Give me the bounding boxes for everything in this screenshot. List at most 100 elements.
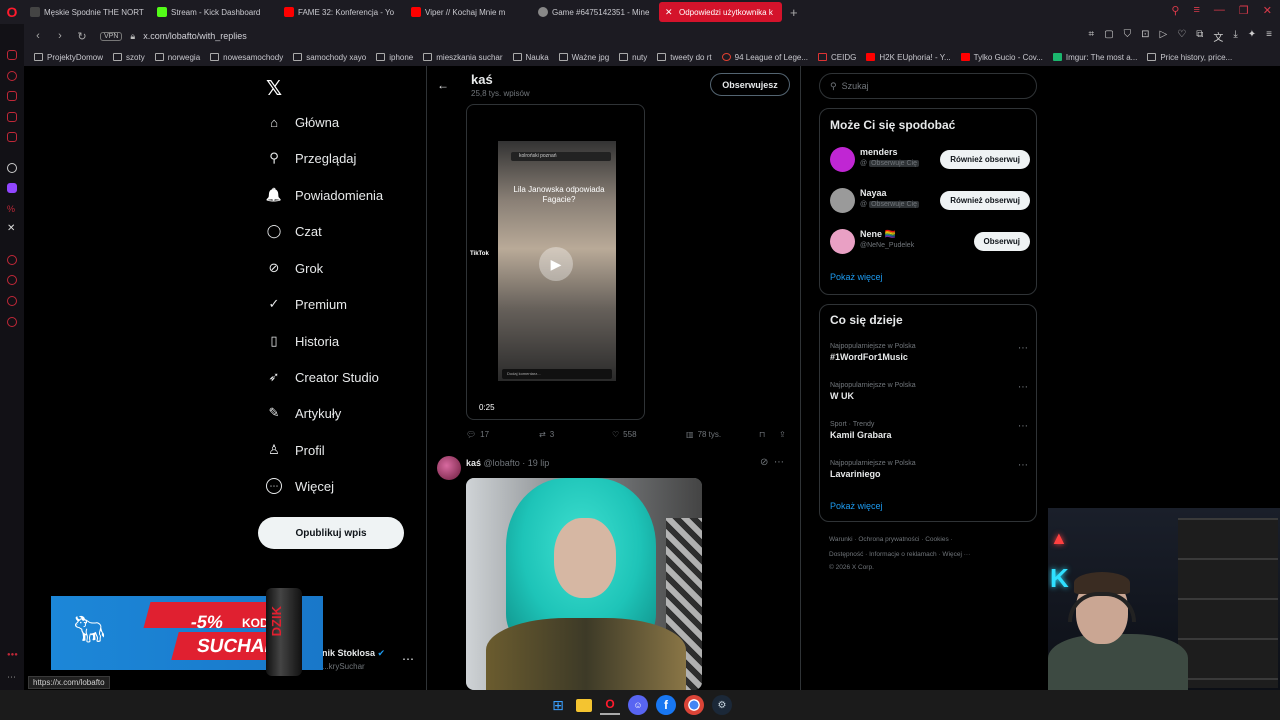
nav-item-grok[interactable]: ⊘ Grok — [266, 260, 324, 276]
opera-logo-icon[interactable]: O — [0, 0, 24, 24]
sidebar-folder-icon[interactable] — [7, 132, 17, 142]
screenshot-icon[interactable]: ▢ — [1104, 29, 1113, 44]
browser-tab[interactable]: Męskie Spodnie THE NORT — [24, 2, 147, 22]
sidebar-history-icon[interactable] — [7, 275, 17, 285]
show-more-link[interactable]: Pokaż więcej — [830, 501, 883, 511]
follow-back-button[interactable]: Również obserwuj — [940, 150, 1030, 169]
bookmark-item[interactable]: Tylko Gucio - Cov... — [960, 53, 1043, 62]
adblock-icon[interactable]: ⛉ — [1124, 29, 1132, 44]
browser-tab[interactable]: Game #6475142351 - Mine — [532, 2, 655, 22]
bookmark-item[interactable]: Ważne jpg — [558, 53, 609, 62]
reply-button[interactable]: 💬︎ 17 — [466, 430, 489, 439]
bookmark-item[interactable]: ProjektyDomow — [34, 53, 103, 62]
avatar[interactable] — [830, 188, 855, 213]
bookmark-item[interactable]: szoty — [113, 53, 145, 62]
tweet-author-name[interactable]: kaś — [466, 458, 481, 468]
show-more-link[interactable]: Pokaż więcej — [830, 272, 883, 282]
follow-button[interactable]: Obserwuj — [973, 232, 1030, 251]
minimize-icon[interactable]: — — [1214, 4, 1225, 17]
bookmark-item[interactable]: H2K EUphoria! - Y... — [866, 53, 951, 62]
bookmark-item[interactable]: CEIDG — [818, 53, 856, 62]
post-button[interactable]: Opublikuj wpis — [258, 517, 404, 549]
x-logo-icon[interactable]: 𝕏 — [266, 76, 282, 101]
play-icon[interactable]: ▶ — [539, 247, 573, 281]
more-icon[interactable]: ⋯ — [1018, 382, 1028, 393]
nav-item-more[interactable]: ⋯ Więcej — [266, 478, 334, 494]
trend-item[interactable]: Najpopularniejsze w Polska W UK ⋯ — [830, 382, 1028, 401]
url-field[interactable]: x.com/lobafto/with_replies — [143, 31, 247, 41]
video-player[interactable]: kolroński poznań Lila Janowska odpowiada… — [466, 104, 645, 420]
account-switcher[interactable]: nik Stoklosa ✔ ...krySuchar — [322, 648, 385, 671]
nav-item-explore[interactable]: ⚲ Przeglądaj — [266, 150, 356, 166]
tweet-image[interactable] — [466, 478, 702, 690]
close-icon[interactable]: ✕ — [1263, 4, 1272, 17]
bookmark-item[interactable]: tweety do rt — [657, 53, 712, 62]
bookmark-item[interactable]: samochody xayo — [293, 53, 366, 62]
nav-item-profile[interactable]: ♙ Profil — [266, 442, 324, 458]
sidebar-x-icon[interactable]: ✕ — [7, 224, 17, 234]
more-icon[interactable]: ⋯ — [1018, 460, 1028, 471]
play-icon[interactable]: ▷ — [1160, 29, 1168, 44]
maximize-icon[interactable]: ❐ — [1239, 4, 1249, 17]
bookmark-item[interactable]: norwegia — [154, 53, 200, 62]
suggestion-name[interactable]: Nayaa — [860, 188, 887, 198]
sidebar-settings-icon[interactable] — [7, 317, 17, 327]
more-icon[interactable]: ⋯ — [1018, 421, 1028, 432]
discord-icon[interactable]: ☺ — [628, 695, 648, 715]
follow-back-button[interactable]: Również obserwuj — [940, 191, 1030, 210]
sidebar-percent-icon[interactable]: % — [7, 204, 17, 214]
bookmark-item[interactable]: iphone — [376, 53, 413, 62]
heart-icon[interactable]: ♡ — [1177, 29, 1186, 44]
nav-item-home[interactable]: ⌂ Główna — [266, 114, 339, 130]
more-icon[interactable]: ⋯ — [1018, 343, 1028, 354]
trend-item[interactable]: Najpopularniejsze w Polska #1WordFor1Musi… — [830, 343, 1028, 362]
footer-links[interactable]: Dostępność · Informacje o reklamach · Wi… — [829, 551, 970, 558]
avatar[interactable] — [830, 147, 855, 172]
nav-item-bookmarks[interactable]: ▯ Historia — [266, 333, 339, 349]
suggestion-item[interactable]: Nayaa @ Obserwuje Cię Również obserwuj — [830, 188, 1030, 214]
retweet-button[interactable]: ⇄ 3 — [539, 430, 554, 439]
sidebar-box-icon[interactable] — [7, 112, 17, 122]
sidebar-home-icon[interactable] — [7, 50, 17, 60]
bookmark-icon[interactable]: ⊡ — [1141, 29, 1149, 44]
trend-item[interactable]: Sport · Trendy Kamil Grabara ⋯ — [830, 421, 1028, 440]
forward-icon[interactable]: › — [52, 30, 68, 42]
following-button[interactable]: Obserwujesz — [710, 73, 790, 96]
translate-icon[interactable]: 文 — [1213, 29, 1223, 44]
like-button[interactable]: ♡ 558 — [612, 430, 637, 439]
nav-item-creator-studio[interactable]: ➶ Creator Studio — [266, 369, 379, 385]
sidebar-twitch-icon[interactable] — [7, 183, 17, 193]
file-explorer-icon[interactable] — [576, 698, 592, 712]
download-icon[interactable]: ⤓ — [1233, 29, 1237, 44]
lock-icon[interactable]: 🔒︎ — [130, 31, 135, 42]
extensions-icon[interactable]: ⧉ — [1196, 29, 1203, 44]
avatar[interactable] — [437, 456, 461, 480]
suggestion-name[interactable]: Nene 🏳️‍🌈 — [860, 229, 896, 240]
browser-tab[interactable]: FAME 32: Konferencja - Yo — [278, 2, 401, 22]
trend-item[interactable]: Najpopularniejsze w Polska Lavariniego ⋯ — [830, 460, 1028, 479]
search-tabs-icon[interactable]: ⚲ — [1171, 4, 1179, 17]
facebook-icon[interactable]: f — [656, 695, 676, 715]
easy-setup-icon[interactable]: ≡ — [1193, 4, 1199, 17]
share-button[interactable]: ⇪ — [779, 430, 786, 439]
sidebar-dots-icon[interactable]: ⋯ — [7, 672, 17, 682]
tweet-date[interactable]: 19 lip — [528, 458, 550, 468]
vpn-badge[interactable]: VPN — [100, 31, 123, 41]
steam-icon[interactable]: ⚙ — [712, 695, 732, 715]
account-more-icon[interactable]: ⋯ — [402, 652, 414, 666]
sidebar-cube-icon[interactable] — [7, 296, 17, 306]
windows-start-icon[interactable]: ⊞ — [548, 695, 568, 715]
nav-item-chat[interactable]: ◯ Czat — [266, 223, 322, 239]
opera-icon[interactable]: O — [600, 695, 620, 715]
sidebar-play-icon[interactable] — [7, 255, 17, 265]
more-icon[interactable]: ⋯ — [774, 457, 784, 468]
snapshot-icon[interactable]: ⌗ — [1089, 29, 1095, 44]
bookmark-item[interactable]: mieszkania suchar — [423, 53, 503, 62]
search-input[interactable]: ⚲ Szukaj — [819, 73, 1037, 99]
menu-icon[interactable]: ≡ — [1266, 29, 1272, 44]
bookmark-button[interactable]: ⊓ — [759, 430, 765, 439]
footer-links[interactable]: Warunki · Ochrona prywatności · Cookies … — [829, 536, 953, 543]
browser-tab[interactable]: Stream - Kick Dashboard — [151, 2, 274, 22]
bookmark-item[interactable]: Nauka — [512, 53, 549, 62]
views-button[interactable]: ▥ 78 tys. — [686, 430, 721, 439]
